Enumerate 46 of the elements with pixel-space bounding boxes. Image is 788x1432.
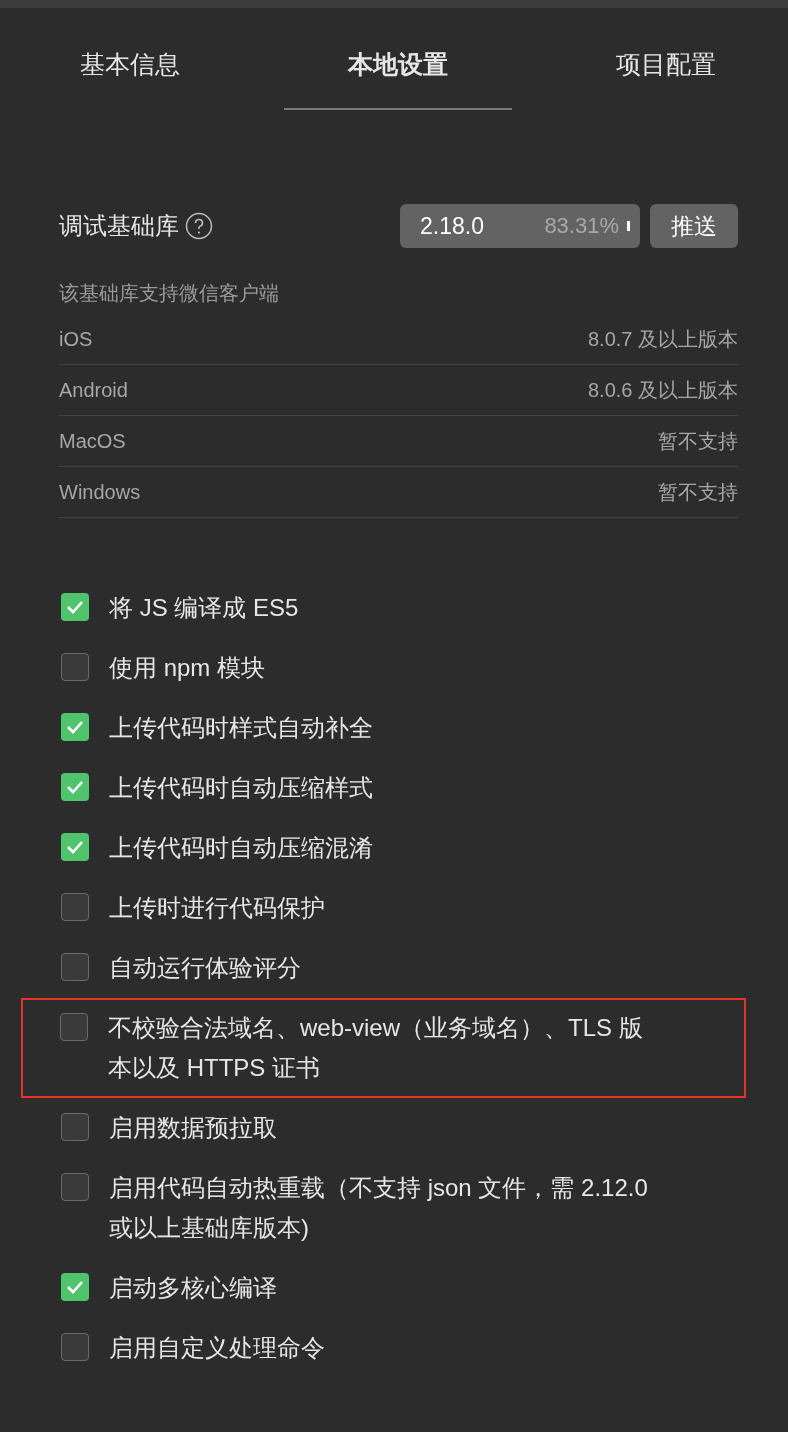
- support-heading: 该基础库支持微信客户端: [59, 281, 280, 306]
- checkbox[interactable]: [61, 1173, 89, 1201]
- option-label: 上传时进行代码保护: [109, 893, 325, 923]
- version-requirement: 8.0.6 及以上版本: [587, 377, 738, 403]
- push-button[interactable]: 推送: [650, 204, 738, 248]
- tab[interactable]: 本地设置: [284, 48, 512, 110]
- check-icon: [66, 1280, 84, 1294]
- option-label: 自动运行体验评分: [109, 953, 301, 983]
- checkbox[interactable]: [61, 1113, 89, 1141]
- checkbox[interactable]: [61, 953, 89, 981]
- check-icon: [66, 780, 84, 794]
- checkbox[interactable]: [61, 1273, 89, 1301]
- checkbox[interactable]: [61, 1333, 89, 1361]
- checkbox[interactable]: [61, 833, 89, 861]
- platform-name: iOS: [59, 327, 93, 351]
- checkbox[interactable]: [61, 593, 89, 621]
- option-label: 启动多核心编译: [109, 1273, 277, 1303]
- version-requirement: 8.0.7 及以上版本: [587, 326, 738, 352]
- checkbox[interactable]: [61, 893, 89, 921]
- platform-name: Android: [59, 378, 128, 402]
- caret-icon: [627, 221, 630, 231]
- debug-library-label: 调试基础库: [59, 211, 179, 241]
- option-label: 将 JS 编译成 ES5: [109, 593, 299, 623]
- version-requirement: 暂不支持: [658, 479, 738, 505]
- version-requirement: 暂不支持: [658, 428, 738, 454]
- platform-name: Windows: [59, 480, 141, 504]
- option-label: 启用代码自动热重载（不支持 json 文件，需 2.12.0 或以上基础库版本): [109, 1173, 649, 1243]
- option-label: 上传代码时样式自动补全: [109, 713, 373, 743]
- option-label: 使用 npm 模块: [109, 653, 266, 683]
- option-label: 启用自定义处理命令: [109, 1333, 325, 1363]
- checkbox[interactable]: [60, 1013, 88, 1041]
- option-label: 上传代码时自动压缩样式: [109, 773, 373, 803]
- help-icon[interactable]: [185, 212, 213, 240]
- platform-name: MacOS: [59, 429, 126, 453]
- tab[interactable]: 基本信息: [80, 48, 180, 110]
- option-label: 上传代码时自动压缩混淆: [109, 833, 373, 863]
- option-label: 启用数据预拉取: [109, 1113, 277, 1143]
- check-icon: [66, 600, 84, 614]
- checkbox[interactable]: [61, 713, 89, 741]
- checkbox[interactable]: [61, 653, 89, 681]
- version-select[interactable]: 2.18.0 83.31%: [400, 204, 640, 248]
- tab[interactable]: 项目配置: [616, 48, 716, 110]
- check-icon: [66, 840, 84, 854]
- check-icon: [66, 720, 84, 734]
- option-label: 不校验合法域名、web-view（业务域名）、TLS 版本以及 HTTPS 证书: [108, 1013, 644, 1083]
- checkbox[interactable]: [61, 773, 89, 801]
